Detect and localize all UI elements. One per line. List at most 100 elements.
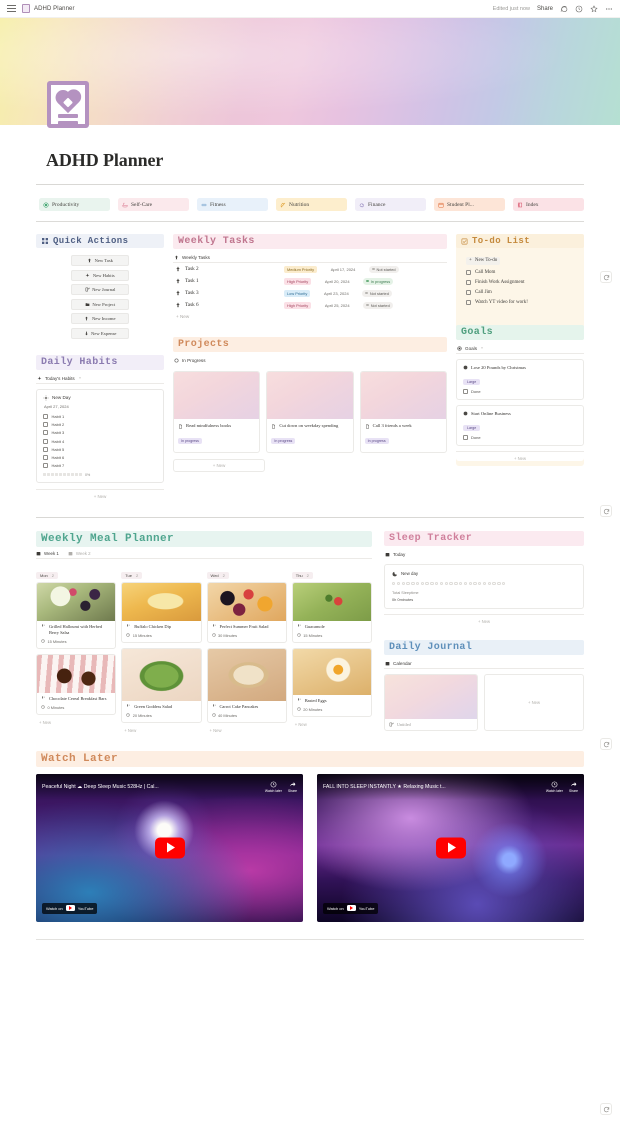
table-row[interactable]: Task 6 High Priority April 25, 2024 Not … — [173, 299, 447, 311]
habit-checkbox[interactable] — [43, 430, 48, 436]
table-row[interactable]: Task 3 Low Priority April 23, 2024 Not s… — [173, 287, 447, 299]
meal-column-new-button[interactable]: + New — [121, 728, 201, 733]
new-todo-button[interactable]: + New To-do — [466, 254, 576, 267]
table-row[interactable]: Task 2 Medium Priority April 17, 2024 No… — [173, 263, 447, 275]
play-button[interactable] — [154, 837, 185, 859]
habit-item[interactable]: Habit 7 — [43, 462, 157, 470]
meal-card[interactable]: Buffalo Chicken Dip 15 Minutes — [121, 581, 202, 643]
meal-card[interactable]: Basted Eggs 20 Minutes — [291, 647, 372, 717]
meal-card[interactable]: Chocolate Cereal Breakfast Bars 0 Minute… — [36, 653, 117, 715]
habit-checkbox[interactable] — [43, 414, 48, 420]
meal-card[interactable]: Grilled Halloumi with Herbed Berry Salsa… — [36, 581, 117, 649]
tab-week-1[interactable]: Week 1 — [36, 551, 59, 556]
goal-card[interactable]: Start Online Business Large Done — [456, 404, 584, 446]
refresh-button[interactable] — [600, 271, 612, 283]
habit-item[interactable]: Habit 4 — [43, 437, 157, 445]
tasks-db-tab[interactable]: Weekly Tasks — [173, 253, 447, 263]
habit-card[interactable]: New Day April 27, 2024 Habit 1 Habit 2 H… — [36, 388, 164, 483]
goal-checkbox[interactable] — [463, 434, 468, 440]
nav-self-care[interactable]: Self-Care — [118, 198, 189, 211]
journal-new-button[interactable]: + New — [484, 674, 584, 732]
sleep-hour-dots[interactable] — [392, 581, 576, 586]
projects-db-tab[interactable]: In Progress — [173, 356, 447, 365]
habit-item[interactable]: Habit 2 — [43, 421, 157, 429]
habits-db-tab[interactable]: Today's Habits — [36, 374, 164, 384]
watch-on-youtube-button[interactable]: Watch on YouTube — [42, 902, 98, 914]
todo-checkbox[interactable] — [466, 290, 471, 296]
list-item[interactable]: Call Mom — [466, 267, 576, 277]
habit-checkbox[interactable] — [43, 438, 48, 444]
new-project-button[interactable]: New Project — [71, 298, 129, 310]
goals-new-button[interactable]: + New — [456, 450, 584, 461]
share-button[interactable]: Share — [569, 781, 578, 793]
watch-later-button[interactable]: Watch later — [546, 781, 563, 793]
menu-icon[interactable] — [7, 5, 16, 12]
goal-checkbox[interactable] — [463, 388, 468, 394]
refresh-button[interactable] — [600, 738, 612, 750]
new-task-button[interactable]: New Task — [71, 255, 129, 266]
table-row[interactable]: Task 1 High Priority April 20, 2024 In p… — [173, 275, 447, 287]
goal-done-row[interactable]: Done — [463, 434, 577, 440]
watch-later-button[interactable]: Watch later — [265, 781, 282, 793]
star-icon[interactable] — [590, 4, 598, 13]
journal-entry-card[interactable]: Untitled — [384, 674, 478, 732]
goal-card[interactable]: Lose 20 Pounds by Christmas Large Done — [456, 358, 584, 400]
projects-new-button[interactable]: + New — [173, 459, 265, 473]
sleep-card[interactable]: New day Total Sleeptime 0h 0minutes — [384, 563, 584, 610]
habit-checkbox[interactable] — [43, 463, 48, 469]
nav-finance[interactable]: Finance — [355, 198, 426, 211]
meal-card[interactable]: Guacamole 15 Minutes — [291, 581, 372, 643]
video-title[interactable]: Peaceful Night ☁ Deep Sleep Music 528Hz … — [42, 784, 259, 790]
meal-column-new-button[interactable]: + New — [207, 728, 287, 733]
habit-checkbox[interactable] — [43, 455, 48, 461]
habits-new-button[interactable]: + New — [36, 488, 164, 499]
new-expense-button[interactable]: New Expense — [71, 327, 129, 339]
habit-item[interactable]: Habit 1 — [43, 413, 157, 421]
meal-column-new-button[interactable]: + New — [36, 720, 116, 725]
habit-item[interactable]: Habit 5 — [43, 445, 157, 453]
nav-nutrition[interactable]: Nutrition — [276, 198, 347, 211]
todo-checkbox[interactable] — [466, 300, 471, 306]
nav-index[interactable]: Index — [513, 198, 584, 211]
todo-checkbox[interactable] — [466, 279, 471, 285]
habit-item[interactable]: Habit 3 — [43, 429, 157, 437]
list-item[interactable]: Call Jim — [466, 288, 576, 298]
share-button[interactable]: Share — [288, 781, 297, 793]
habit-checkbox[interactable] — [43, 446, 48, 452]
heart-document-icon[interactable] — [47, 81, 89, 128]
refresh-button[interactable] — [600, 1103, 612, 1115]
nav-productivity[interactable]: Productivity — [39, 198, 110, 211]
comment-icon[interactable] — [560, 5, 568, 13]
new-income-button[interactable]: New Income — [71, 313, 129, 324]
clock-icon[interactable] — [575, 5, 583, 13]
video-embed[interactable]: FALL INTO SLEEP INSTANTLY ★ Relaxing Mus… — [317, 773, 584, 922]
project-card[interactable]: Read mindfulness books In progress — [173, 371, 261, 454]
play-button[interactable] — [435, 837, 466, 859]
meal-column-new-button[interactable]: + New — [292, 722, 372, 727]
sleep-db-tab[interactable]: Today — [384, 550, 584, 559]
habit-checkbox[interactable] — [43, 422, 48, 428]
breadcrumb[interactable]: ADHD Planner — [34, 6, 75, 12]
journal-db-tab[interactable]: Calendar — [384, 659, 584, 670]
refresh-button[interactable] — [600, 505, 612, 517]
new-habits-button[interactable]: New Habits — [71, 269, 129, 281]
tab-week-2[interactable]: Week 2 — [68, 551, 91, 556]
video-embed[interactable]: Peaceful Night ☁ Deep Sleep Music 528Hz … — [36, 773, 303, 922]
video-title[interactable]: FALL INTO SLEEP INSTANTLY ★ Relaxing Mus… — [323, 784, 540, 790]
new-journal-button[interactable]: New Journal — [71, 284, 129, 295]
meal-card[interactable]: Carrot Cake Pancakes 40 Minutes — [206, 647, 287, 723]
list-item[interactable]: Finish Work Assignment — [466, 277, 576, 287]
meal-card[interactable]: Green Goddess Salad 20 Minutes — [121, 647, 202, 723]
tasks-new-button[interactable]: + New — [173, 311, 447, 321]
habit-item[interactable]: Habit 6 — [43, 453, 157, 461]
sleep-new-button[interactable]: + New — [384, 614, 584, 624]
watch-on-youtube-button[interactable]: Watch on YouTube — [323, 902, 379, 914]
meal-card[interactable]: Perfect Summer Fruit Salad 30 Minutes — [206, 581, 287, 643]
share-button[interactable]: Share — [537, 6, 553, 12]
todo-checkbox[interactable] — [466, 269, 471, 275]
goals-db-tab[interactable]: Goals — [456, 344, 584, 354]
nav-student-planner[interactable]: Student Pl... — [434, 198, 505, 211]
project-card[interactable]: Call 3 friends a week In progress — [359, 371, 447, 454]
goal-done-row[interactable]: Done — [463, 388, 577, 394]
list-item[interactable]: Watch YT video for work! — [466, 298, 576, 308]
